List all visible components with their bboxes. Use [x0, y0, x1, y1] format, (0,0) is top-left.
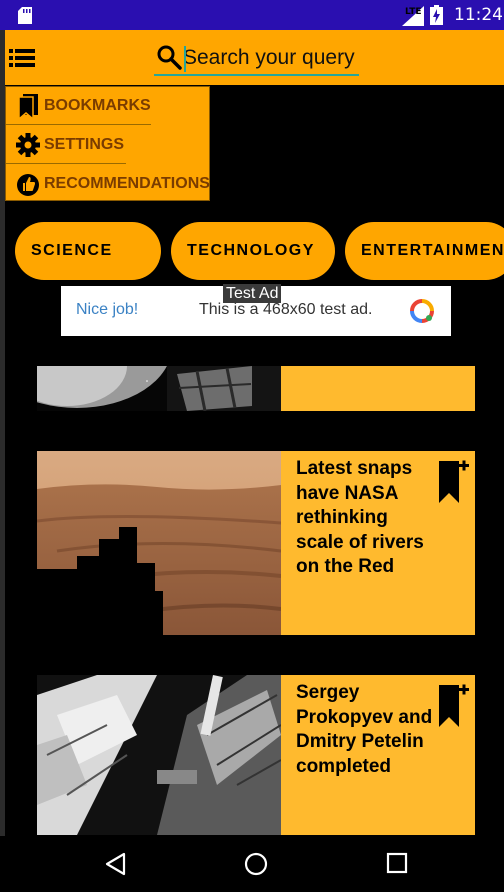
network-type: LTE — [405, 7, 422, 17]
ad-text: This is a 468x60 test ad. — [199, 301, 373, 318]
article-card[interactable]: Sergey Prokopyev and Dmitry Petelin comp… — [37, 675, 475, 835]
ad-logo-icon — [410, 299, 434, 323]
divider — [6, 124, 151, 125]
bookmark-icon — [18, 94, 38, 119]
divider — [6, 163, 126, 164]
article-title: Sergey Prokopyev and Dmitry Petelin comp… — [296, 682, 433, 777]
overflow-menu: BOOKMARKS SETTINGS RECOMMENDATIONS — [5, 86, 210, 201]
article-card[interactable] — [37, 366, 475, 411]
menu-item-label: SETTINGS — [44, 136, 125, 153]
home-icon[interactable] — [244, 852, 268, 876]
article-card[interactable]: Latest snaps have NASA rethinking scale … — [37, 451, 475, 635]
sd-card-icon — [18, 7, 32, 24]
category-chip-entertainment[interactable]: ENTERTAINMENT — [345, 222, 504, 280]
clock: 11:24 — [454, 5, 503, 25]
recent-apps-icon[interactable] — [386, 852, 408, 874]
menu-item-recommendations[interactable]: RECOMMENDATIONS — [6, 165, 211, 203]
thumbs-up-icon — [17, 174, 39, 196]
category-chip-technology[interactable]: TECHNOLOGY — [171, 222, 335, 280]
status-bar: LTE 11:24 — [0, 0, 504, 30]
search-input[interactable] — [183, 44, 357, 72]
battery-charging-icon — [430, 5, 443, 25]
menu-item-settings[interactable]: SETTINGS — [6, 126, 211, 164]
article-image — [37, 366, 281, 411]
text-cursor — [184, 46, 186, 72]
ad-tag: Test Ad — [223, 284, 282, 303]
menu-item-label: RECOMMENDATIONS — [44, 175, 210, 192]
menu-item-bookmarks[interactable]: BOOKMARKS — [6, 87, 211, 125]
category-chip-science[interactable]: SCIENCE — [15, 222, 161, 280]
add-bookmark-icon[interactable] — [439, 683, 469, 727]
article-image — [37, 675, 281, 835]
list-menu-icon[interactable] — [9, 49, 35, 67]
ad-headline: Nice job! — [76, 301, 139, 318]
article-title: Latest snaps have NASA rethinking scale … — [296, 458, 424, 578]
menu-item-label: BOOKMARKS — [44, 97, 151, 114]
article-image — [37, 451, 281, 635]
system-nav-bar — [0, 836, 504, 892]
back-icon[interactable] — [104, 852, 126, 876]
search-icon[interactable] — [156, 44, 182, 70]
gear-icon — [16, 133, 40, 157]
app-bar — [5, 30, 504, 85]
add-bookmark-icon[interactable] — [439, 459, 469, 503]
search-underline — [154, 74, 359, 76]
